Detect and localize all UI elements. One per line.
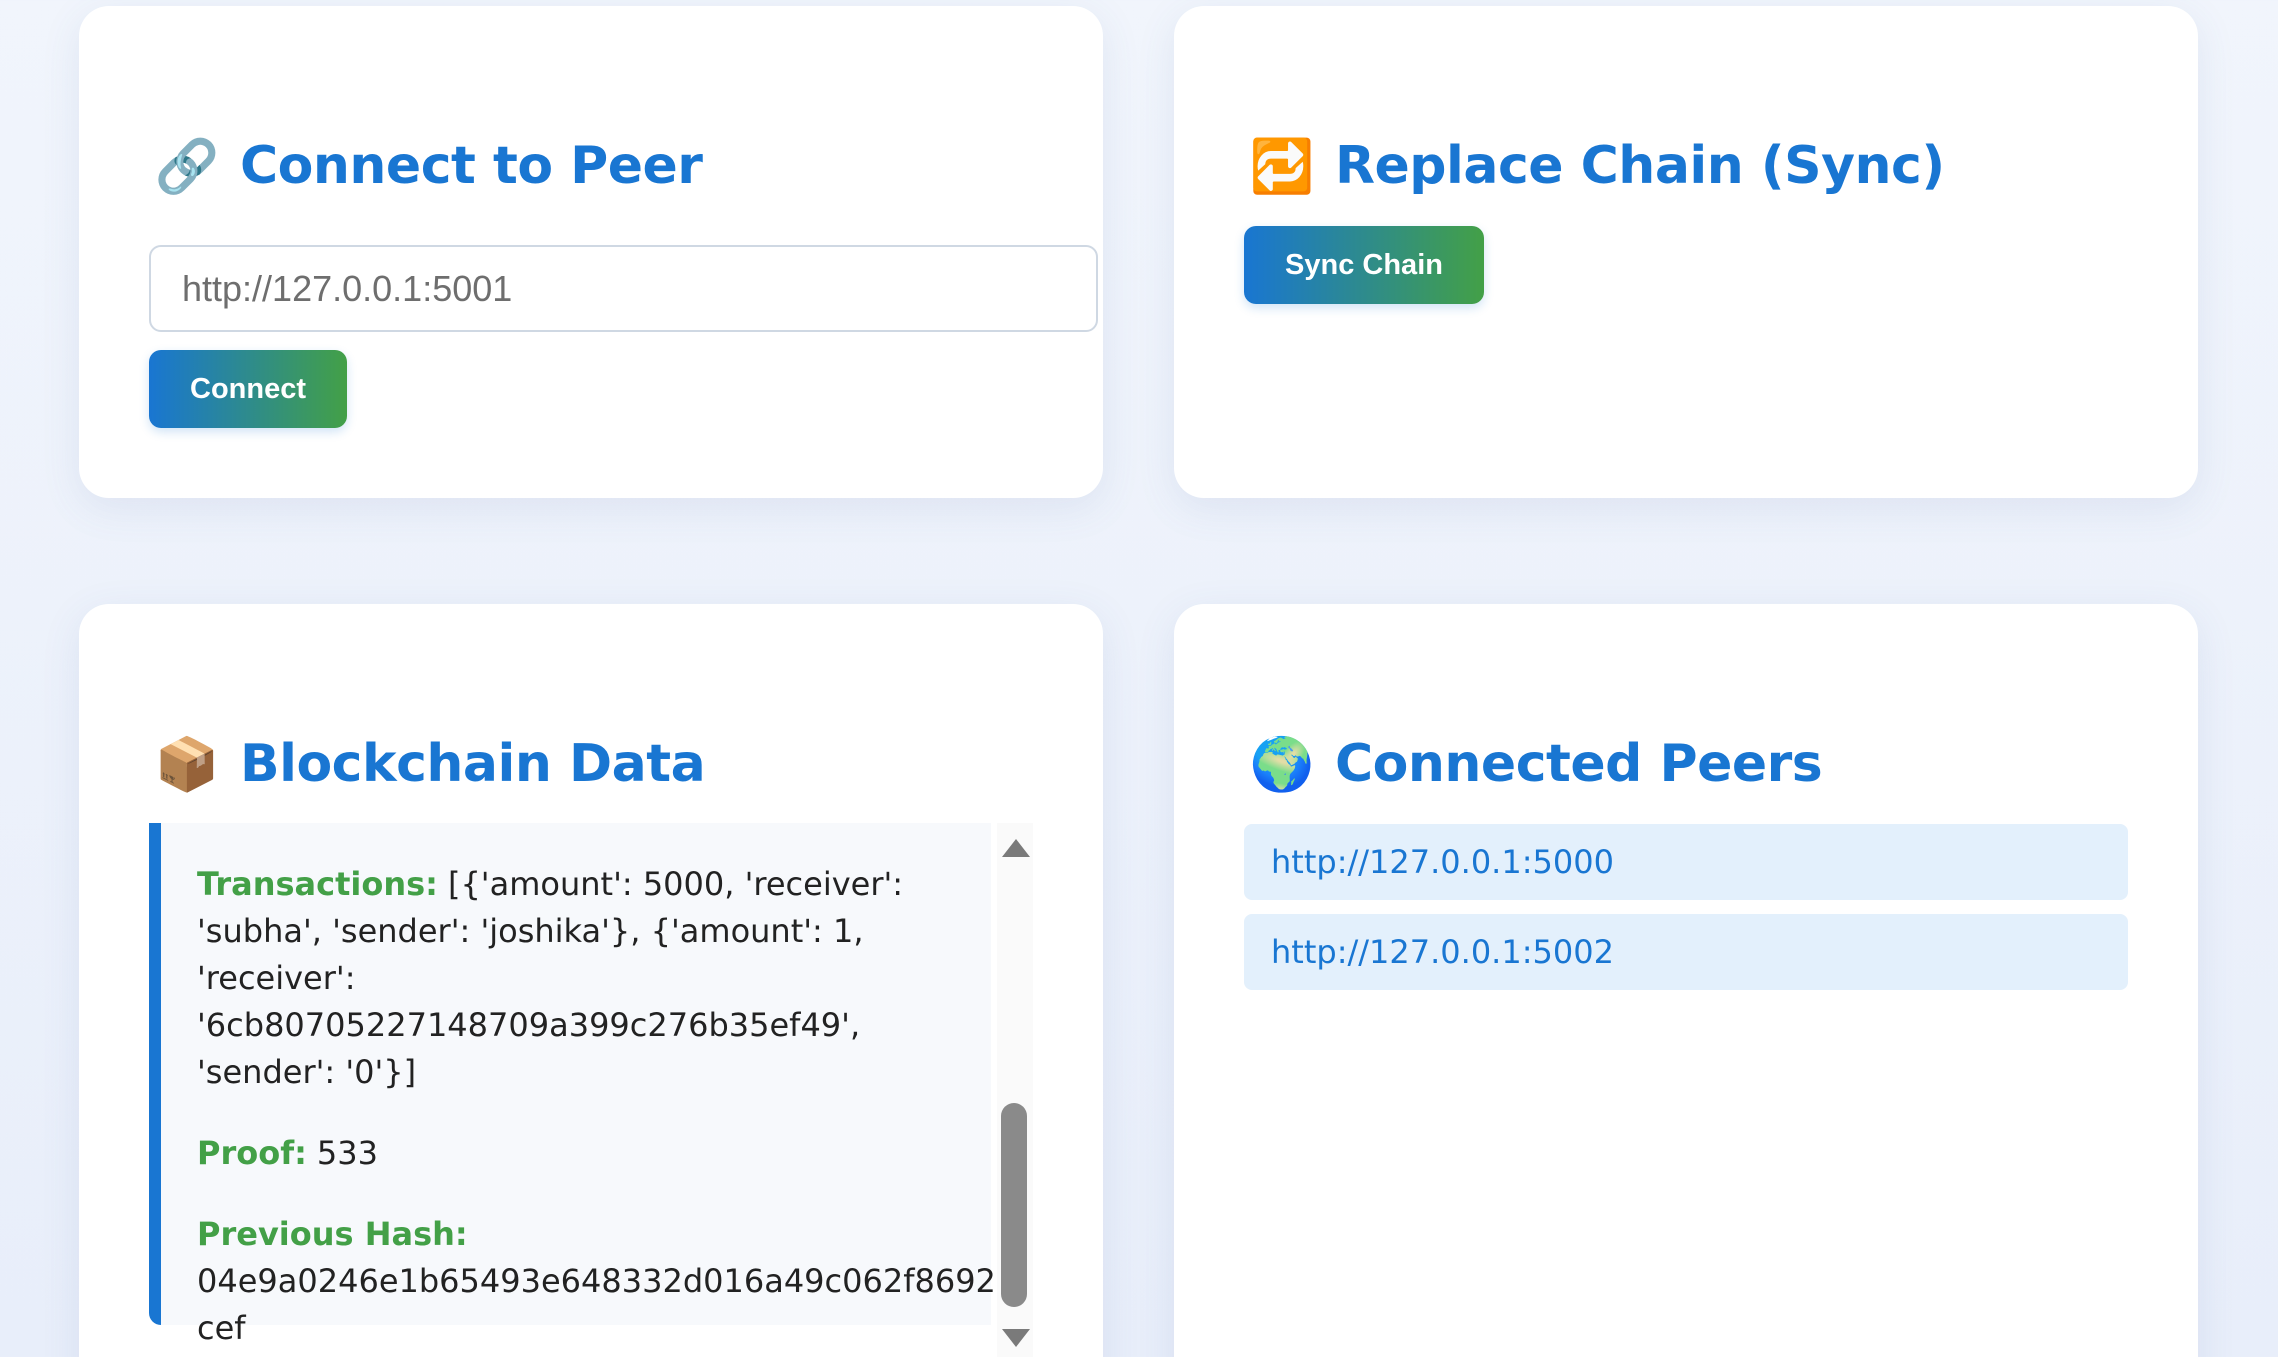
blockchain-data-heading: 📦 Blockchain Data — [154, 724, 706, 804]
proof-value: 533 — [316, 1134, 378, 1172]
globe-icon: 🌍 — [1249, 734, 1315, 795]
sync-chain-title: Replace Chain (Sync) — [1335, 136, 1945, 196]
previous-hash-label: Previous Hash: — [197, 1215, 468, 1253]
connected-peers-card: 🌍 Connected Peers http://127.0.0.1:5000 … — [1174, 604, 2198, 1357]
scroll-up-arrow-icon[interactable] — [1002, 839, 1030, 857]
sync-chain-card: 🔁 Replace Chain (Sync) Sync Chain — [1174, 6, 2198, 498]
previous-hash-value: 04e9a0246e1b65493e648332d016a49c062f8692… — [197, 1262, 996, 1347]
peer-list-item: http://127.0.0.1:5002 — [1244, 914, 2128, 990]
blockchain-data-title: Blockchain Data — [240, 734, 706, 794]
blockchain-data-card: 📦 Blockchain Data Transactions: [{'amount… — [79, 604, 1103, 1357]
block-item: Transactions: [{'amount': 5000, 'receiver… — [149, 823, 996, 1347]
blockchain-scroll-area[interactable]: Transactions: [{'amount': 5000, 'receiver… — [149, 823, 1033, 1357]
sync-chain-button[interactable]: Sync Chain — [1244, 226, 1484, 304]
peer-url-input[interactable] — [149, 245, 1098, 332]
proof-row: Proof: 533 — [197, 1130, 997, 1177]
package-icon: 📦 — [154, 734, 220, 795]
repeat-icon: 🔁 — [1249, 136, 1315, 197]
scroll-thumb[interactable] — [1001, 1103, 1027, 1307]
proof-label: Proof: — [197, 1134, 307, 1172]
transactions-label: Transactions: — [197, 865, 438, 903]
peer-list-item: http://127.0.0.1:5000 — [1244, 824, 2128, 900]
vertical-scrollbar[interactable] — [997, 823, 1033, 1357]
connected-peers-heading: 🌍 Connected Peers — [1249, 724, 1823, 804]
link-icon: 🔗 — [154, 136, 220, 197]
scroll-down-arrow-icon[interactable] — [1002, 1329, 1030, 1347]
connect-peer-card: 🔗 Connect to Peer Connect — [79, 6, 1103, 498]
peer-list: http://127.0.0.1:5000 http://127.0.0.1:5… — [1244, 824, 2128, 1004]
connect-button[interactable]: Connect — [149, 350, 347, 428]
connect-peer-title: Connect to Peer — [240, 136, 703, 196]
connected-peers-title: Connected Peers — [1335, 734, 1823, 794]
sync-chain-heading: 🔁 Replace Chain (Sync) — [1249, 126, 1945, 206]
previous-hash-row: Previous Hash: 04e9a0246e1b65493e648332d0… — [197, 1211, 997, 1352]
connect-peer-heading: 🔗 Connect to Peer — [154, 126, 703, 206]
transactions-row: Transactions: [{'amount': 5000, 'receiver… — [197, 861, 997, 1096]
